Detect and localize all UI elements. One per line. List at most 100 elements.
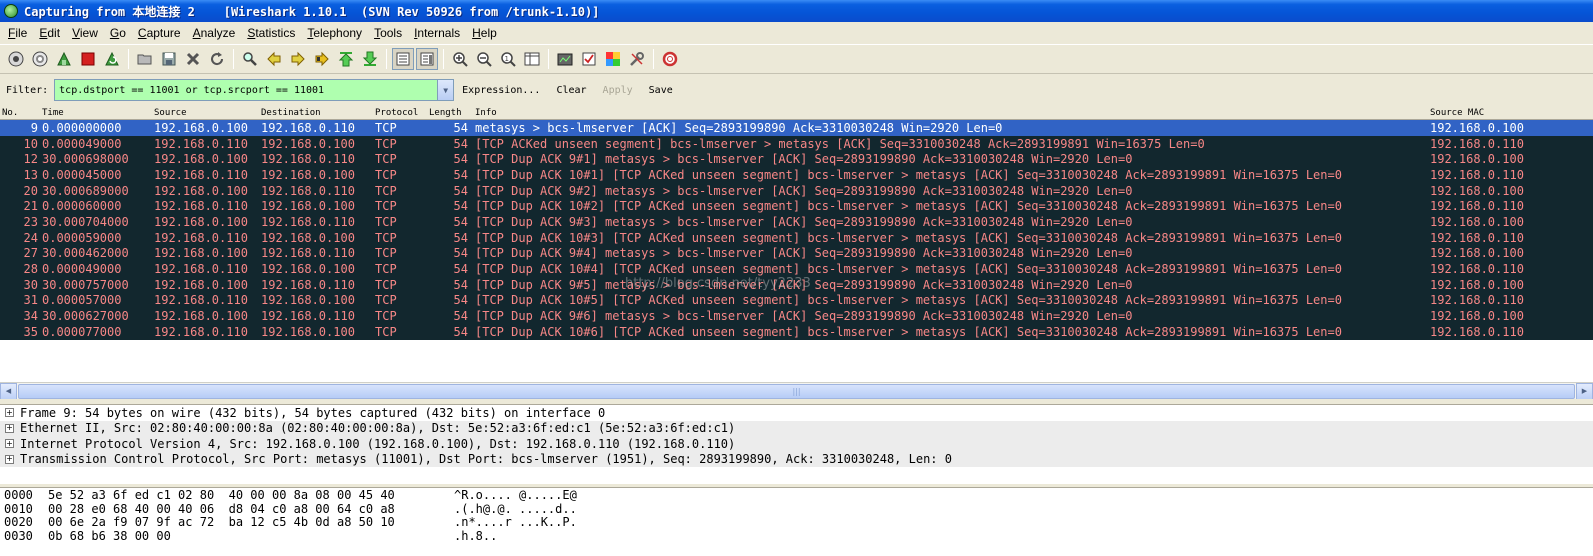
cell-destination: 192.168.0.100 bbox=[261, 230, 355, 245]
cell-protocol: TCP bbox=[375, 309, 397, 324]
menu-capture[interactable]: Capture bbox=[132, 26, 187, 40]
find-icon[interactable] bbox=[239, 48, 261, 70]
help-icon[interactable] bbox=[659, 48, 681, 70]
expression-button[interactable]: Expression... bbox=[462, 85, 540, 96]
column-header-info[interactable]: Info bbox=[473, 108, 1428, 118]
resize-columns-icon[interactable] bbox=[521, 48, 543, 70]
cell-source: 192.168.0.110 bbox=[154, 199, 248, 214]
interfaces-icon[interactable] bbox=[5, 48, 27, 70]
goto-icon[interactable] bbox=[311, 48, 333, 70]
hex-row[interactable]: 0020 00 6e 2a f9 07 9f ac 72 ba 12 c5 4b… bbox=[0, 515, 1593, 529]
zoom-normal-icon[interactable]: 1 bbox=[497, 48, 519, 70]
display-filters-icon[interactable] bbox=[578, 48, 600, 70]
menu-analyze[interactable]: Analyze bbox=[187, 26, 242, 40]
packet-row[interactable]: 12 30.000698000 192.168.0.100 192.168.0.110… bbox=[0, 151, 1593, 168]
chevron-down-icon[interactable]: ▼ bbox=[437, 80, 454, 100]
scroll-right-icon[interactable]: ▶ bbox=[1576, 382, 1593, 400]
packet-row[interactable]: 9 0.000000000 192.168.0.100 192.168.0.110 TC… bbox=[0, 120, 1593, 136]
packet-row[interactable]: 34 30.000627000 192.168.0.100 192.168.0.110… bbox=[0, 308, 1593, 324]
save-icon[interactable] bbox=[158, 48, 180, 70]
menu-go[interactable]: Go bbox=[104, 26, 132, 40]
packet-row[interactable]: 28 0.000049000 192.168.0.110 192.168.0.100 T… bbox=[0, 261, 1593, 277]
tree-item-frame[interactable]: + Frame 9: 54 bytes on wire (432 bits), … bbox=[0, 405, 1593, 421]
close-file-icon[interactable] bbox=[182, 48, 204, 70]
packet-row[interactable]: 20 30.000689000 192.168.0.100 192.168.0.110… bbox=[0, 182, 1593, 199]
cell-source-mac: 192.168.0.100 bbox=[1430, 152, 1524, 167]
menu-help[interactable]: Help bbox=[466, 26, 503, 40]
packet-row[interactable]: 23 30.000704000 192.168.0.100 192.168.0.110… bbox=[0, 214, 1593, 230]
packet-row[interactable]: 30 30.000757000 192.168.0.100 192.168.0.110… bbox=[0, 276, 1593, 293]
packet-row[interactable]: 27 30.000462000 192.168.0.100 192.168.0.110… bbox=[0, 245, 1593, 262]
expand-icon[interactable]: + bbox=[5, 454, 14, 464]
menu-statistics[interactable]: Statistics bbox=[241, 26, 301, 40]
expand-icon[interactable]: + bbox=[5, 423, 14, 433]
scrollbar-thumb[interactable]: ||| bbox=[18, 383, 1575, 399]
scroll-left-icon[interactable]: ◀ bbox=[0, 382, 17, 400]
zoom-in-icon[interactable] bbox=[449, 48, 471, 70]
column-header-length[interactable]: Length bbox=[427, 108, 473, 118]
filter-combobox[interactable]: ▼ bbox=[54, 79, 455, 101]
filter-input[interactable] bbox=[55, 80, 438, 100]
hex-row[interactable]: 0000 5e 52 a3 6f ed c1 02 80 40 00 00 8a… bbox=[0, 488, 1593, 502]
cell-info: [TCP Dup ACK 9#1] metasys > bcs-lmserver… bbox=[475, 152, 1133, 167]
capture-filters-icon[interactable] bbox=[554, 48, 576, 70]
restart-capture-icon[interactable] bbox=[101, 48, 123, 70]
last-packet-icon[interactable] bbox=[359, 48, 381, 70]
menu-edit[interactable]: Edit bbox=[33, 26, 66, 40]
stop-capture-icon[interactable] bbox=[77, 48, 99, 70]
tree-item-ipv4[interactable]: + Internet Protocol Version 4, Src: 192.… bbox=[0, 436, 1593, 452]
cell-protocol: TCP bbox=[375, 214, 397, 229]
cell-info: [TCP Dup ACK 10#1] [TCP ACKed unseen seg… bbox=[475, 167, 1342, 182]
column-header-destination[interactable]: Destination bbox=[259, 108, 373, 118]
packet-row[interactable]: 35 0.000077000 192.168.0.110 192.168.0.100 T… bbox=[0, 323, 1593, 340]
tree-item-tcp[interactable]: + Transmission Control Protocol, Src Por… bbox=[0, 451, 1593, 467]
autoscroll-icon[interactable] bbox=[416, 48, 438, 70]
column-header-source[interactable]: Source bbox=[152, 108, 259, 118]
toolbar-separator bbox=[548, 49, 549, 69]
tree-item-ethernet[interactable]: + Ethernet II, Src: 02:80:40:00:00:8a (0… bbox=[0, 420, 1593, 436]
open-icon[interactable] bbox=[134, 48, 156, 70]
toolbar-separator bbox=[443, 49, 444, 69]
preferences-icon[interactable] bbox=[626, 48, 648, 70]
packet-list-horizontal-scrollbar[interactable]: ◀ ||| ▶ bbox=[0, 382, 1593, 400]
hex-row[interactable]: 0030 0b 68 b6 38 00 00 .h.8.. bbox=[0, 529, 1593, 543]
hex-bytes: 00 6e 2a f9 07 9f ac 72 ba 12 c5 4b 0d a… bbox=[48, 515, 395, 529]
options-icon[interactable] bbox=[29, 48, 51, 70]
column-header-source-mac[interactable]: Source MAC bbox=[1428, 108, 1578, 118]
clear-button[interactable]: Clear bbox=[556, 85, 586, 96]
menu-view[interactable]: View bbox=[66, 26, 104, 40]
column-header-protocol[interactable]: Protocol bbox=[373, 108, 427, 118]
packet-row[interactable]: 31 0.000057000 192.168.0.110 192.168.0.100 T… bbox=[0, 292, 1593, 309]
coloring-rules-icon[interactable] bbox=[602, 48, 624, 70]
cell-source: 192.168.0.100 bbox=[154, 277, 248, 292]
cell-time: 30.000689000 bbox=[42, 183, 129, 198]
packet-row[interactable]: 10 0.000049000 192.168.0.110 192.168.0.100 T… bbox=[0, 135, 1593, 152]
menu-file[interactable]: File bbox=[2, 26, 33, 40]
cell-info: [TCP Dup ACK 9#6] metasys > bcs-lmserver… bbox=[475, 309, 1133, 324]
cell-length: 54 bbox=[453, 199, 468, 214]
save-filter-button[interactable]: Save bbox=[649, 85, 673, 96]
colorize-icon[interactable] bbox=[392, 48, 414, 70]
cell-no: 24 bbox=[23, 230, 38, 245]
first-packet-icon[interactable] bbox=[335, 48, 357, 70]
hex-offset: 0030 bbox=[4, 528, 33, 543]
column-header-no[interactable]: No. bbox=[0, 108, 40, 118]
expand-icon[interactable]: + bbox=[5, 408, 14, 418]
back-icon[interactable] bbox=[263, 48, 285, 70]
column-header-time[interactable]: Time bbox=[40, 108, 152, 118]
hex-ascii: .n*....r ...K..P. bbox=[454, 515, 577, 529]
expand-icon[interactable]: + bbox=[5, 439, 14, 449]
packet-row[interactable]: 24 0.000059000 192.168.0.110 192.168.0.100 T… bbox=[0, 229, 1593, 246]
forward-icon[interactable] bbox=[287, 48, 309, 70]
packet-row[interactable]: 21 0.000060000 192.168.0.110 192.168.0.100 T… bbox=[0, 198, 1593, 215]
reload-icon[interactable] bbox=[206, 48, 228, 70]
cell-info: [TCP Dup ACK 10#5] [TCP ACKed unseen seg… bbox=[475, 293, 1342, 308]
start-capture-icon[interactable] bbox=[53, 48, 75, 70]
zoom-out-icon[interactable] bbox=[473, 48, 495, 70]
menu-tools[interactable]: Tools bbox=[368, 26, 408, 40]
hex-row[interactable]: 0010 00 28 e0 68 40 00 40 06 d8 04 c0 a8… bbox=[0, 502, 1593, 516]
menu-telephony[interactable]: Telephony bbox=[301, 26, 368, 40]
menu-internals[interactable]: Internals bbox=[408, 26, 466, 40]
apply-button[interactable]: Apply bbox=[603, 85, 633, 96]
packet-row[interactable]: 13 0.000045000 192.168.0.110 192.168.0.100 T… bbox=[0, 167, 1593, 183]
